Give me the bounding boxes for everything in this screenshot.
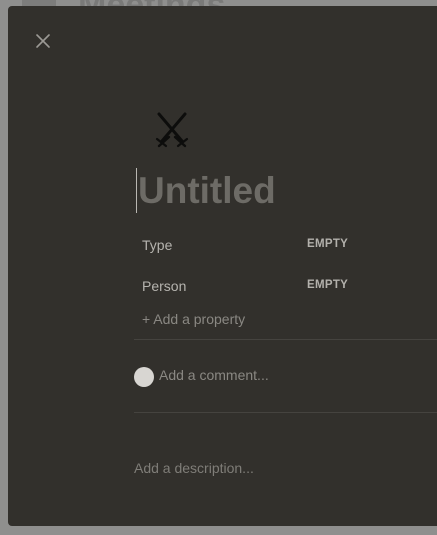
property-value[interactable]: EMPTY [307,238,348,250]
property-value[interactable]: EMPTY [307,279,348,291]
property-row-type[interactable]: Type EMPTY [134,229,437,261]
property-name[interactable]: Person [142,278,186,294]
close-icon[interactable] [34,32,52,50]
add-property-button[interactable]: + Add a property [142,311,245,327]
comment-input[interactable]: Add a comment... [159,367,269,383]
crossed-swords-icon[interactable] [154,110,190,150]
description-input[interactable]: Add a description... [134,460,254,476]
page-title-input[interactable]: Untitled [138,168,276,213]
divider [134,339,437,340]
close-button[interactable] [34,32,52,50]
property-row-person[interactable]: Person EMPTY [134,270,437,302]
property-name[interactable]: Type [142,237,172,253]
divider [134,412,437,413]
avatar [134,367,154,387]
page-icon-button[interactable] [154,110,190,150]
page-peek-modal: Untitled Type EMPTY Person EMPTY + Add a… [8,6,437,526]
text-cursor [136,168,137,213]
